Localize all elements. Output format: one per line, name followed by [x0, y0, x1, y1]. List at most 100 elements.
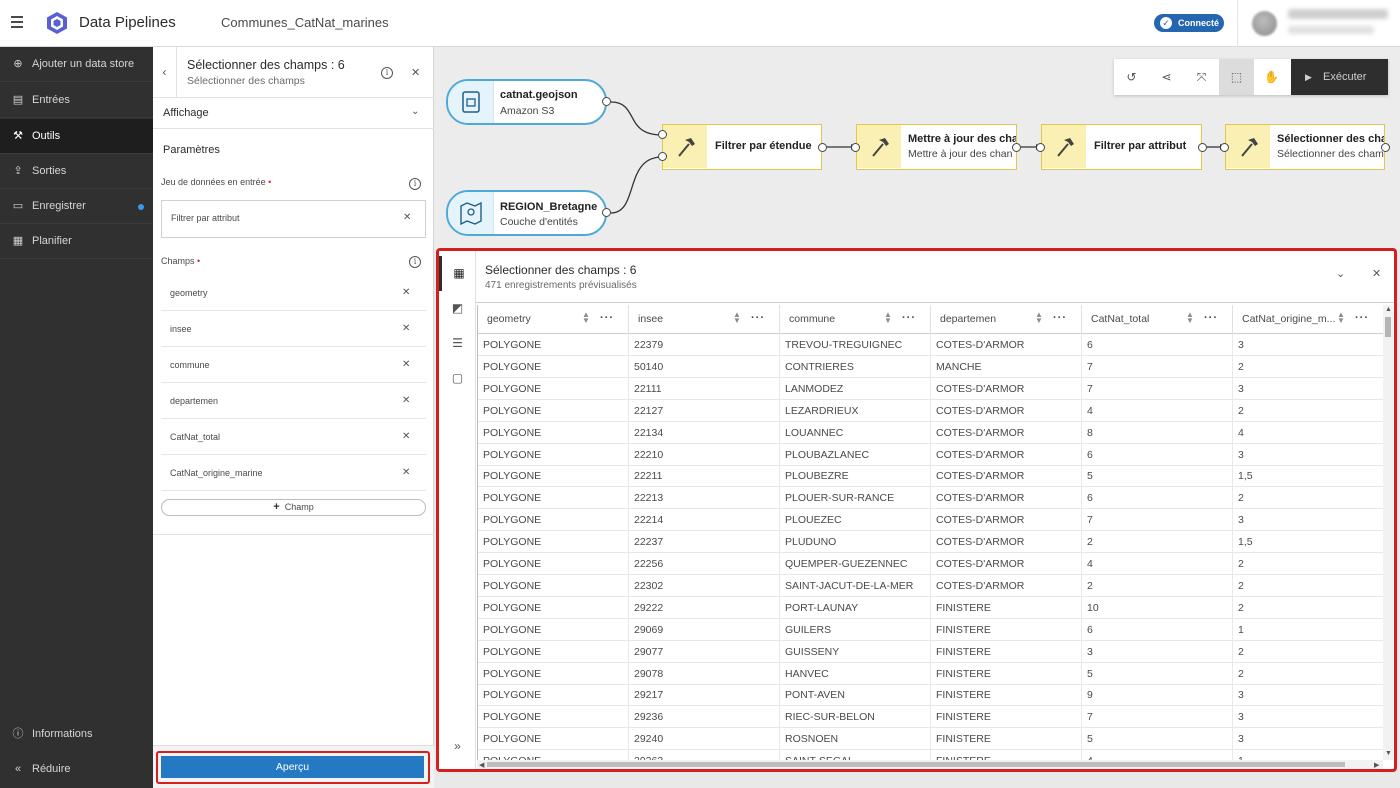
column-menu-icon[interactable]: ···	[751, 312, 765, 324]
column-header[interactable]: insee ▲ ▼ ···	[629, 305, 780, 334]
avatar[interactable]	[1252, 11, 1277, 36]
column-menu-icon[interactable]: ···	[600, 312, 614, 324]
column-menu-icon[interactable]: ···	[902, 312, 916, 324]
table-row[interactable]: POLYGONE 22237 PLUDUNO COTES-D'ARMOR 2 1,5	[478, 531, 1383, 554]
table-view-icon[interactable]: ▦	[439, 256, 476, 291]
source-node-region[interactable]: REGION_Bretagne Couche d'entités	[446, 190, 607, 236]
remove-icon[interactable]: ✕	[402, 431, 410, 442]
messages-icon[interactable]: ▢	[439, 361, 476, 396]
source-node-catnat[interactable]: catnat.geojson Amazon S3	[446, 79, 607, 125]
tool-node-filter-extent[interactable]: Filtrer par étendue	[662, 124, 822, 170]
close-icon[interactable]: ✕	[411, 66, 420, 79]
input-port[interactable]	[658, 152, 667, 161]
input-port[interactable]	[1220, 143, 1229, 152]
sidebar-item-add-data-store[interactable]: ⊕ Ajouter un data store	[0, 47, 153, 82]
table-row[interactable]: POLYGONE 29236 RIEC-SUR-BELON FINISTERE 7 3	[478, 706, 1383, 729]
table-row[interactable]: POLYGONE 29078 HANVEC FINISTERE 5 2	[478, 662, 1383, 685]
field-item[interactable]: commune ✕	[161, 347, 426, 383]
clear-icon[interactable]: ✕	[403, 212, 411, 223]
table-row[interactable]: POLYGONE 22302 SAINT-JACUT-DE-LA-MER COTES-…	[478, 574, 1383, 597]
sort-icon[interactable]: ▲ ▼	[733, 311, 741, 325]
pipeline-canvas[interactable]: catnat.geojson Amazon S3 REGION_Bretagne…	[434, 47, 1400, 249]
input-dataset-field[interactable]: Filtrer par attribut ✕	[161, 200, 426, 238]
preview-button[interactable]: Aperçu	[161, 756, 424, 778]
input-port[interactable]	[658, 130, 667, 139]
column-header[interactable]: CatNat_total ▲ ▼ ···	[1082, 305, 1233, 334]
chart-view-icon[interactable]: ◩	[439, 291, 476, 326]
output-port[interactable]	[1012, 143, 1021, 152]
output-port[interactable]	[602, 97, 611, 106]
document-title[interactable]: Communes_CatNat_marines	[221, 15, 389, 30]
table-row[interactable]: POLYGONE 22211 PLOUBEZRE COTES-D'ARMOR 5 1,5	[478, 465, 1383, 488]
remove-icon[interactable]: ✕	[402, 359, 410, 370]
chevron-left-icon[interactable]: ‹	[153, 47, 177, 98]
table-row[interactable]: POLYGONE 29222 PORT-LAUNAY FINISTERE 10 2	[478, 596, 1383, 619]
add-field-button[interactable]: + Champ	[161, 499, 426, 516]
column-menu-icon[interactable]: ···	[1053, 312, 1067, 324]
field-item[interactable]: departemen ✕	[161, 383, 426, 419]
vertical-scrollbar[interactable]: ▲ ▼	[1383, 305, 1393, 760]
field-item[interactable]: insee ✕	[161, 311, 426, 347]
sort-icon[interactable]: ▲ ▼	[1035, 311, 1043, 325]
info-icon[interactable]: i	[409, 178, 421, 190]
table-row[interactable]: POLYGONE 22379 TREVOU-TREGUIGNEC COTES-D'AR…	[478, 334, 1383, 356]
remove-icon[interactable]: ✕	[402, 395, 410, 406]
user-menu[interactable]	[1237, 0, 1400, 47]
field-item[interactable]: CatNat_origine_marine ✕	[161, 455, 426, 491]
sort-icon[interactable]: ▲ ▼	[884, 311, 892, 325]
column-menu-icon[interactable]: ···	[1204, 312, 1218, 324]
column-header[interactable]: departemen ▲ ▼ ···	[931, 305, 1082, 334]
table-row[interactable]: POLYGONE 29069 GUILERS FINISTERE 6 1	[478, 618, 1383, 641]
sidebar-item-information[interactable]: ⓘ Informations	[0, 717, 153, 752]
column-header[interactable]: geometry ▲ ▼ ···	[478, 305, 629, 334]
tool-node-update-fields[interactable]: Mettre à jour des chan Mettre à jour des…	[856, 124, 1017, 170]
sort-icon[interactable]: ▲ ▼	[1337, 311, 1345, 325]
horizontal-scrollbar[interactable]: ◀ ▶	[477, 760, 1383, 769]
info-icon[interactable]: i	[381, 67, 393, 79]
collapse-icon[interactable]: ⌄	[1336, 267, 1345, 280]
display-section-toggle[interactable]: Affichage ⌄	[153, 98, 434, 129]
info-icon[interactable]: i	[409, 256, 421, 268]
output-port[interactable]	[1198, 143, 1207, 152]
table-row[interactable]: POLYGONE 50140 CONTRIERES MANCHE 7 2	[478, 355, 1383, 378]
table-row[interactable]: POLYGONE 29077 GUISSENY FINISTERE 3 2	[478, 640, 1383, 663]
table-row[interactable]: POLYGONE29263SAINT-SEGALFINISTERE41	[478, 750, 1383, 760]
close-icon[interactable]: ✕	[1372, 267, 1381, 280]
remove-icon[interactable]: ✕	[402, 467, 410, 478]
sort-icon[interactable]: ▲ ▼	[582, 311, 590, 325]
run-button[interactable]: ▶ Exécuter	[1291, 59, 1388, 95]
input-port[interactable]	[1036, 143, 1045, 152]
table-row[interactable]: POLYGONE 22214 PLOUEZEC COTES-D'ARMOR 7 3	[478, 509, 1383, 532]
sidebar-item-save[interactable]: ▭ Enregistrer	[0, 189, 153, 224]
table-row[interactable]: POLYGONE 22213 PLOUER-SUR-RANCE COTES-D'ARM…	[478, 487, 1383, 510]
tool-node-select-fields[interactable]: Sélectionner des chan Sélectionner des c…	[1225, 124, 1385, 170]
select-tool-icon[interactable]: ⬚	[1219, 59, 1254, 95]
table-row[interactable]: POLYGONE 29240 ROSNOEN FINISTERE 5 3	[478, 728, 1383, 751]
share-icon[interactable]: ⋖	[1149, 59, 1184, 95]
input-port[interactable]	[851, 143, 860, 152]
sidebar-item-tools[interactable]: ⚒ Outils	[0, 119, 153, 154]
sort-icon[interactable]: ▲ ▼	[1186, 311, 1194, 325]
column-header[interactable]: commune ▲ ▼ ···	[780, 305, 931, 334]
sidebar-item-outputs[interactable]: ⇪ Sorties	[0, 154, 153, 189]
column-header[interactable]: CatNat_origine_m... ▲ ▼ ···	[1233, 305, 1383, 334]
table-row[interactable]: POLYGONE 22111 LANMODEZ COTES-D'ARMOR 7 3	[478, 377, 1383, 400]
column-menu-icon[interactable]: ···	[1355, 312, 1369, 324]
remove-icon[interactable]: ✕	[402, 287, 410, 298]
fit-view-icon[interactable]: ⤧	[1184, 59, 1219, 95]
table-row[interactable]: POLYGONE 22134 LOUANNEC COTES-D'ARMOR 8 4	[478, 421, 1383, 444]
history-icon[interactable]: ↺	[1114, 59, 1149, 95]
sidebar-item-schedule[interactable]: ▦ Planifier	[0, 224, 153, 259]
table-row[interactable]: POLYGONE 22210 PLOUBAZLANEC COTES-D'ARMOR 6 3	[478, 443, 1383, 466]
remove-icon[interactable]: ✕	[402, 323, 410, 334]
table-row[interactable]: POLYGONE 22127 LEZARDRIEUX COTES-D'ARMOR 4 2	[478, 399, 1383, 422]
pan-hand-icon[interactable]: ✋	[1254, 59, 1289, 95]
field-item[interactable]: CatNat_total ✕	[161, 419, 426, 455]
output-port[interactable]	[1381, 143, 1390, 152]
sidebar-item-collapse[interactable]: « Réduire	[0, 752, 153, 787]
table-row[interactable]: POLYGONE 22256 QUEMPER-GUEZENNEC COTES-D'AR…	[478, 553, 1383, 575]
tool-node-filter-attribute[interactable]: Filtrer par attribut	[1041, 124, 1202, 170]
output-port[interactable]	[602, 208, 611, 217]
table-row[interactable]: POLYGONE 29217 PONT-AVEN FINISTERE 9 3	[478, 684, 1383, 707]
expand-icon[interactable]: »	[439, 739, 476, 753]
